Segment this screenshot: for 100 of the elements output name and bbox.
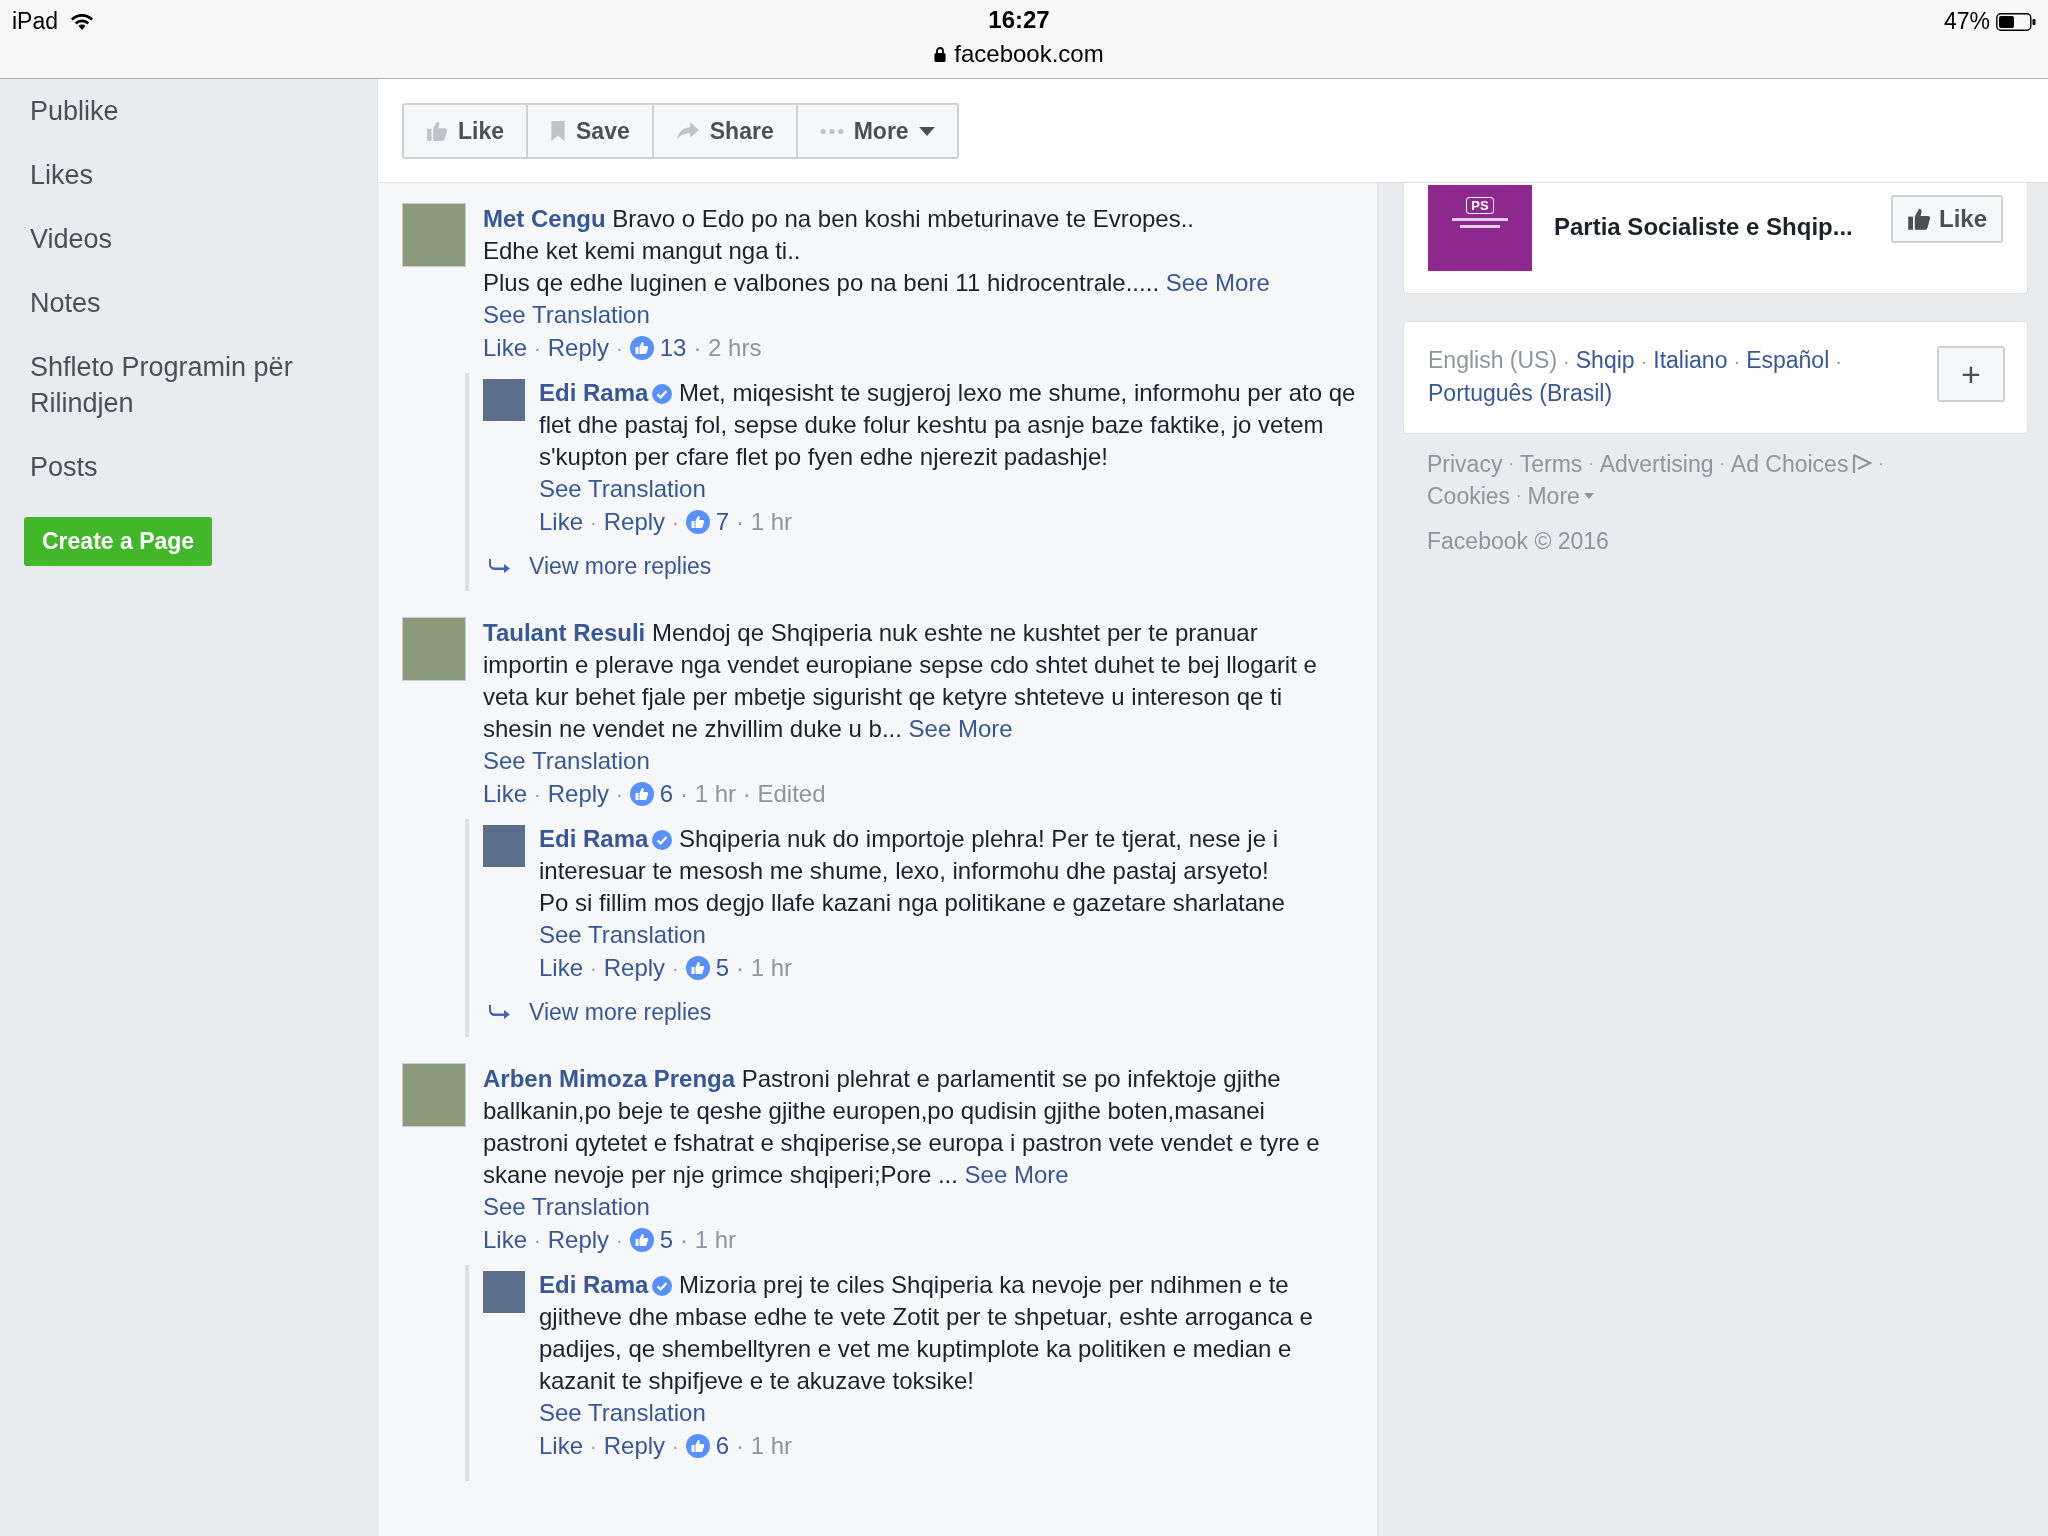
comment-action-link[interactable]: Like — [483, 331, 528, 365]
comment-timestamp: · 2 hrs — [693, 333, 762, 363]
reply-text: Edi Rama Shqiperia nuk do importoje plehra! Per te tjerat, nese je i interesuar te mesosh me shume, lexo, informohu dhe pastaj arsyeto! Po si fillim mos degjo llafe kazani nga politikane e gazetare sharlatane — [539, 824, 1286, 918]
comment-action-link[interactable]: Like — [539, 951, 584, 985]
separator-dot: · — [616, 782, 623, 807]
comment-text: Met Cengu Bravo o Edo po na ben koshi mbeturinave te Evropes.. Edhe ket kemi mangut nga ti.. Plus qe edhe luginen e valbones po na beni 11 hidrocentrale..... See More — [483, 204, 1271, 298]
avatar-placeholder[interactable] — [483, 379, 525, 421]
like-page-button[interactable]: Like — [1890, 195, 2003, 243]
comment-action-link[interactable]: Like — [483, 1223, 528, 1257]
separator-dot: · — [534, 782, 541, 807]
author-link[interactable]: Met Cengu — [483, 205, 606, 232]
comment-action-link[interactable]: Reply — [547, 331, 610, 365]
author-link[interactable]: Edi Rama — [539, 825, 649, 852]
comment-action-link[interactable]: Reply — [547, 1223, 610, 1257]
verified-badge-icon — [652, 1276, 673, 1296]
thumbs-up-icon — [426, 120, 448, 142]
see-translation-link[interactable]: See Translation — [539, 473, 706, 505]
author-link[interactable]: Edi Rama — [539, 1271, 649, 1298]
reaction-count[interactable]: 6 — [685, 1429, 730, 1463]
sidebar-link[interactable]: Notes — [30, 285, 101, 349]
separator-dot: · — [672, 1434, 679, 1459]
see-translation-link[interactable]: See Translation — [483, 745, 650, 777]
comment-text: Taulant Resuli Mendoj qe Shqiperia nuk eshte ne kushtet per te pranuar importin e plerave nga vendet europiane sepse cdo shtet duhet te bej llogarit e veta kur behet fjale per mbetje sigurisht qe ketyre shteteve u intereson qe ti shesin ne vendet ne zhvillim duke u b... See More — [483, 618, 1318, 744]
separator-dot: · — [590, 1434, 597, 1459]
reply-text: Edi Rama Mizoria prej te ciles Shqiperia ka nevoje per ndihmen e te gjitheve dhe mbase edhe te vete Zotit per te shpetuar, eshte arroganca e padijes, qe shembelltyren e vet me kuptimplote ka politiken e median e kazanit te shpifjeve e te akuzave toksike! — [539, 1270, 1314, 1396]
page-name[interactable]: Partia Socialiste e Shqip... — [1554, 213, 1869, 241]
separator-dot: · — [616, 336, 623, 361]
reaction-count[interactable]: 13 — [629, 331, 687, 365]
like-reaction-icon — [685, 956, 710, 980]
verified-badge-icon — [652, 384, 673, 404]
language-link[interactable]: Español — [1746, 344, 1830, 376]
see-more-link[interactable]: See More — [964, 1161, 1069, 1188]
wifi-icon — [70, 12, 95, 31]
comment-timestamp: · 1 hr — [736, 953, 793, 983]
language-link[interactable]: Português (Brasil) — [1428, 377, 1613, 409]
reaction-count[interactable]: 6 — [629, 777, 674, 811]
reply-arrow-icon — [489, 1004, 511, 1020]
battery-icon — [1996, 12, 2036, 31]
ellipsis-icon — [819, 127, 844, 135]
address-bar-url[interactable]: facebook.com — [954, 40, 1104, 68]
bookmark-icon — [550, 120, 567, 142]
avatar-placeholder[interactable] — [402, 617, 466, 681]
see-more-link[interactable]: See More — [1165, 269, 1270, 296]
reaction-count[interactable]: 7 — [685, 505, 730, 539]
see-translation-link[interactable]: See Translation — [483, 1191, 650, 1223]
separator-dot: · — [1563, 349, 1570, 374]
comment-action-link[interactable]: Reply — [603, 505, 666, 539]
separator-dot: · — [616, 1228, 623, 1253]
see-translation-link[interactable]: See Translation — [539, 919, 706, 951]
sidebar-link[interactable]: Videos — [30, 221, 113, 285]
comment-action-link[interactable]: Reply — [603, 1429, 666, 1463]
sidebar-link[interactable]: Likes — [30, 157, 94, 221]
sidebar-link[interactable]: Publike — [30, 93, 119, 157]
avatar-placeholder[interactable] — [483, 825, 525, 867]
separator-dot: · — [1516, 486, 1522, 506]
language-link[interactable]: Italiano — [1653, 344, 1728, 376]
author-link[interactable]: Edi Rama — [539, 379, 649, 406]
like-reaction-icon — [629, 336, 654, 360]
author-link[interactable]: Taulant Resuli — [483, 619, 646, 646]
separator-dot: · — [1835, 349, 1842, 374]
like-reaction-icon — [685, 1434, 710, 1458]
language-link[interactable]: Shqip — [1575, 344, 1635, 376]
reply-text: Edi Rama Met, miqesisht te sugjeroj lexo me shume, informohu per ato qe flet dhe pastaj fol, sepse duke folur keshtu pa asnje baze faktike, jo vetem s'kupton per cfare flet po fyen edhe njerezit padashje! — [539, 378, 1357, 472]
avatar-placeholder[interactable] — [402, 203, 466, 267]
view-more-replies-link[interactable]: View more replies — [489, 995, 712, 1029]
add-language-button[interactable]: + — [1937, 346, 2005, 402]
clock: 16:27 — [988, 6, 1050, 34]
see-more-link[interactable]: See More — [908, 715, 1013, 742]
comment-action-link[interactable]: Like — [483, 777, 528, 811]
comment-action-link[interactable]: Like — [539, 1429, 584, 1463]
see-translation-link[interactable]: See Translation — [539, 1397, 706, 1429]
like-reaction-icon — [629, 782, 654, 806]
separator-dot: · — [1640, 349, 1648, 374]
separator-dot: · — [590, 510, 597, 535]
reaction-count[interactable]: 5 — [629, 1223, 674, 1257]
reaction-count[interactable]: 5 — [685, 951, 730, 985]
see-translation-link[interactable]: See Translation — [483, 299, 650, 331]
comment-action-link[interactable]: Reply — [603, 951, 666, 985]
separator-dot: · — [672, 956, 679, 981]
separator-dot: · — [1588, 454, 1594, 474]
device-name: iPad — [12, 8, 59, 35]
separator-dot: · — [534, 336, 541, 361]
like-reaction-icon — [685, 510, 710, 534]
comment-action-link[interactable]: Reply — [547, 777, 610, 811]
page-logo[interactable]: PS — [1428, 185, 1532, 271]
like-button[interactable]: Like — [404, 105, 529, 157]
author-link[interactable]: Arben Mimoza Prenga — [483, 1065, 736, 1092]
comment-timestamp: · 1 hr — [736, 507, 793, 537]
separator-dot: · — [1878, 454, 1884, 474]
avatar-placeholder[interactable] — [483, 1271, 525, 1313]
sidebar-link[interactable]: Posts — [30, 449, 98, 513]
comment-timestamp: · 1 hr — [736, 1431, 793, 1461]
lock-icon — [934, 46, 947, 62]
comment-text: Arben Mimoza Prenga Pastroni plehrat e parlamentit se po infektoje gjithe ballkanin,po beje te qeshe gjithe europen,po qudisin gjithe boten,masanei pastroni qytetet e fshatrat e shqiperise,se europa i pastron vete vendet e tyre e skane nevoje per nje grimce shqiperi;Pore ... See More — [483, 1064, 1321, 1190]
ad-choices-icon — [1852, 454, 1873, 474]
view-more-replies-link[interactable]: View more replies — [489, 549, 712, 583]
separator-dot: · — [1719, 454, 1725, 474]
comment-action-link[interactable]: Like — [539, 505, 584, 539]
avatar-placeholder[interactable] — [402, 1063, 466, 1127]
sidebar-link[interactable]: Shfleto Programin për Rilindjen — [30, 349, 330, 449]
